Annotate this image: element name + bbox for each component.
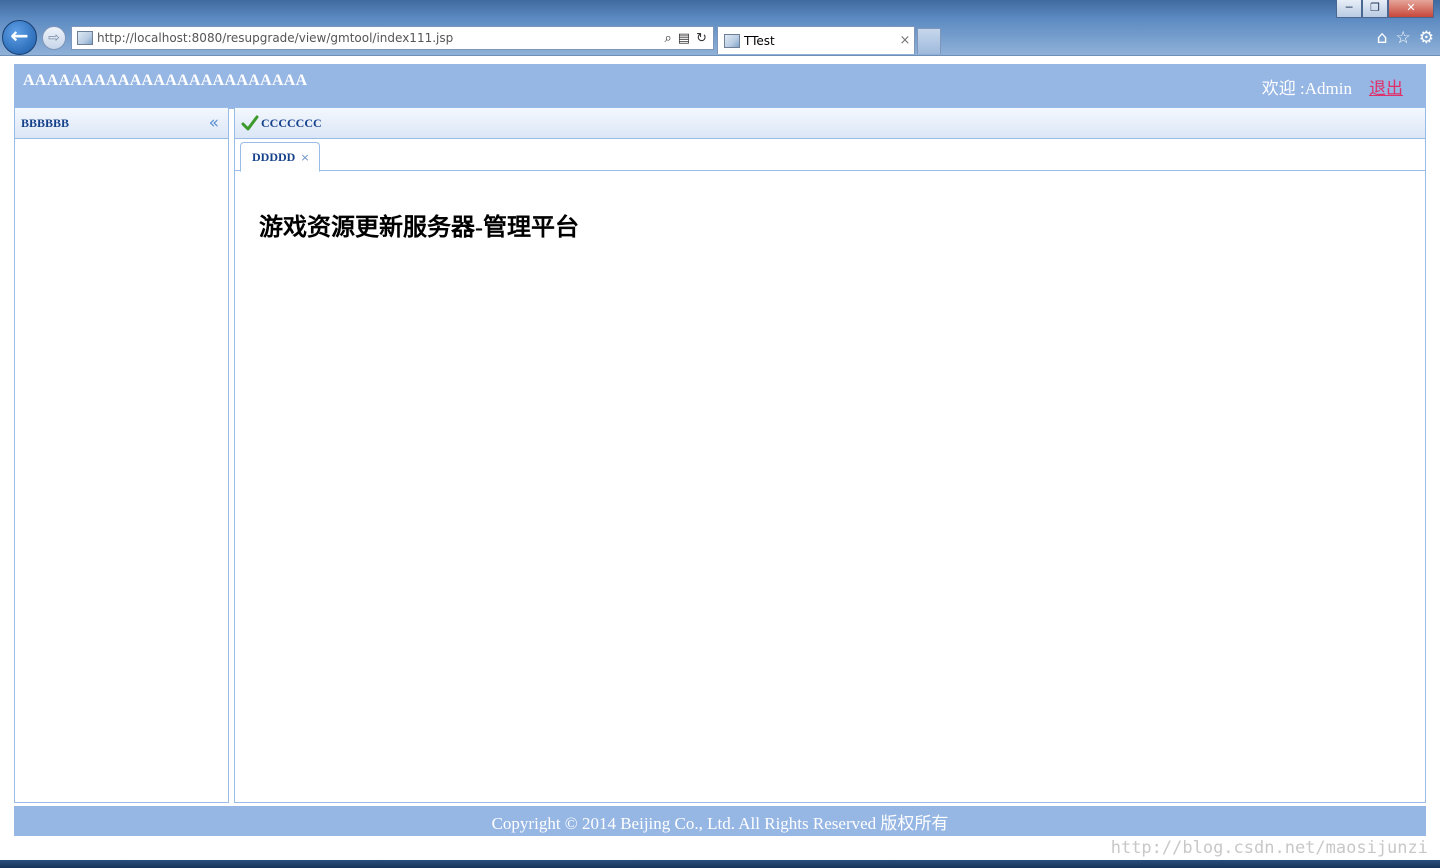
- taskbar: [0, 860, 1440, 868]
- browser-toolbar-right: ⌂ ☆ ⚙: [1377, 28, 1434, 48]
- tab-ddddd[interactable]: DDDDD ×: [240, 142, 320, 172]
- right-panel-title: CCCCCCC: [261, 116, 322, 130]
- checkmark-icon: [241, 115, 259, 131]
- search-icon[interactable]: ⌕: [665, 31, 672, 46]
- left-panel-header: BBBBBB «: [15, 108, 228, 139]
- copyright-text: Copyright © 2014 Beijing Co., Ltd. All R…: [491, 814, 949, 833]
- browser-chrome: ─ ❐ ✕ ← ⇨ http://localhost:8080/resupgra…: [0, 0, 1440, 56]
- logout-link[interactable]: 退出: [1369, 74, 1403, 99]
- left-panel: BBBBBB «: [14, 107, 229, 803]
- gear-icon[interactable]: ⚙: [1419, 28, 1434, 48]
- left-panel-title: BBBBBB: [21, 116, 70, 130]
- right-panel: CCCCCCC DDDDD × 游戏资源更新服务器-管理平台: [234, 107, 1426, 803]
- page-icon: [77, 31, 93, 45]
- collapse-left-icon[interactable]: «: [209, 113, 219, 133]
- app-footer: Copyright © 2014 Beijing Co., Ltd. All R…: [14, 806, 1426, 836]
- restore-button[interactable]: ❐: [1362, 0, 1388, 18]
- tab-label: DDDDD: [252, 149, 296, 164]
- minimize-button[interactable]: ─: [1336, 0, 1362, 18]
- tab-title: TTest: [744, 33, 775, 48]
- page-heading: 游戏资源更新服务器-管理平台: [259, 215, 579, 241]
- back-button[interactable]: ←: [2, 20, 37, 55]
- address-tools: ⌕ ▤ ↻: [665, 31, 713, 46]
- welcome-text: 欢迎 :Admin: [1261, 79, 1352, 98]
- browser-tab[interactable]: TTest ×: [717, 26, 915, 54]
- tab-page-icon: [724, 33, 740, 48]
- close-window-button[interactable]: ✕: [1388, 0, 1434, 18]
- favorites-icon[interactable]: ☆: [1396, 28, 1411, 48]
- compatibility-view-icon[interactable]: ▤: [678, 31, 690, 46]
- arrow-left-icon: ←: [10, 24, 29, 49]
- app-header: AAAAAAAAAAAAAAAAAAAAAAAA 欢迎 :Admin 退出: [14, 64, 1426, 109]
- new-tab-button[interactable]: [917, 28, 941, 54]
- arrow-right-icon: ⇨: [48, 30, 60, 46]
- refresh-icon[interactable]: ↻: [696, 31, 707, 46]
- content-tabs: DDDDD ×: [235, 139, 1425, 172]
- forward-button[interactable]: ⇨: [42, 26, 66, 50]
- address-bar[interactable]: http://localhost:8080/resupgrade/view/gm…: [71, 26, 714, 50]
- window-controls: ─ ❐ ✕: [1336, 0, 1434, 18]
- home-icon[interactable]: ⌂: [1377, 28, 1388, 48]
- url-input[interactable]: http://localhost:8080/resupgrade/view/gm…: [97, 31, 665, 45]
- right-panel-header: CCCCCCC: [235, 108, 1425, 139]
- app-title: AAAAAAAAAAAAAAAAAAAAAAAA: [23, 72, 308, 89]
- tab-close-icon[interactable]: ×: [300, 151, 309, 164]
- watermark: http://blog.csdn.net/maosijunzi: [1110, 838, 1428, 858]
- tab-close-icon[interactable]: ×: [896, 33, 914, 48]
